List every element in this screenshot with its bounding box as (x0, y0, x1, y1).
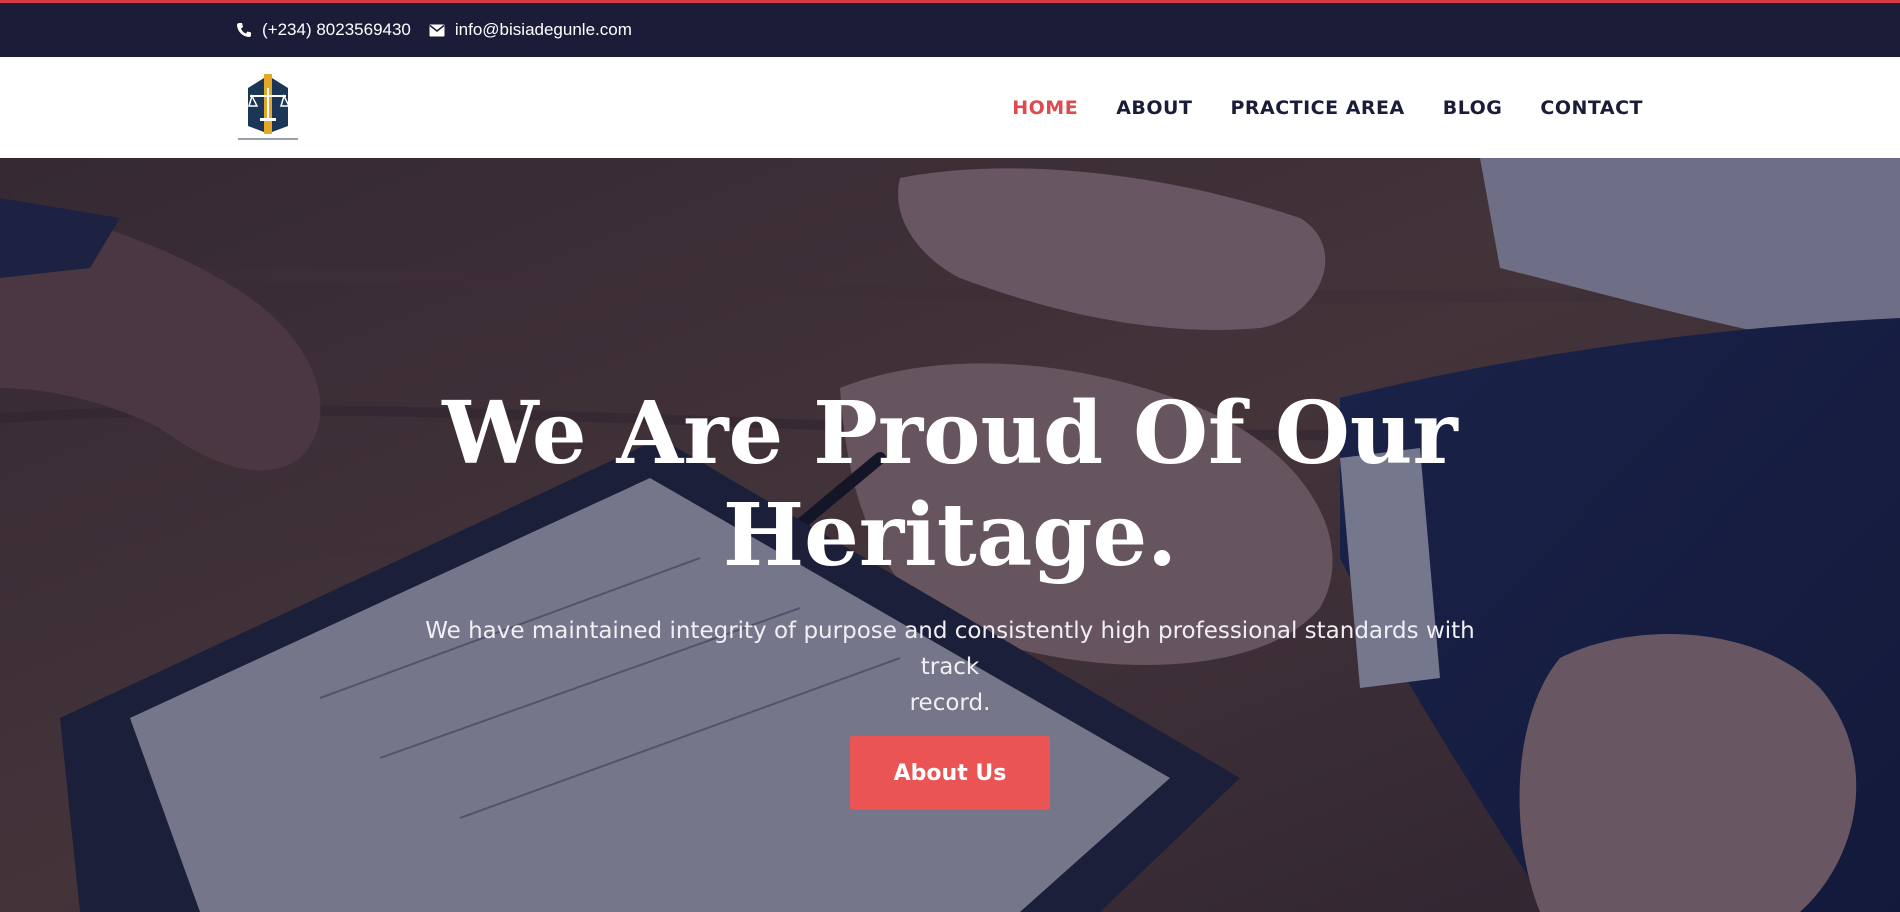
email-address[interactable]: info@bisiadegunle.com (455, 20, 632, 40)
nav-contact[interactable]: CONTACT (1540, 97, 1643, 119)
email-contact[interactable]: info@bisiadegunle.com (429, 20, 632, 40)
nav-blog[interactable]: BLOG (1443, 97, 1503, 119)
hero-title: We Are Proud Of Our Heritage. (0, 383, 1900, 587)
nav-home[interactable]: HOME (1012, 97, 1078, 119)
phone-icon (237, 23, 251, 37)
hero-section: We Are Proud Of Our Heritage. We have ma… (0, 158, 1900, 912)
hero-subtitle: We have maintained integrity of purpose … (400, 613, 1500, 721)
site-logo[interactable] (236, 74, 300, 144)
hero-title-line-1: We Are Proud Of Our (442, 383, 1458, 484)
nav-practice-area[interactable]: PRACTICE AREA (1230, 97, 1404, 119)
hero-title-line-2: Heritage. (722, 485, 1178, 586)
about-us-button[interactable]: About Us (850, 736, 1050, 810)
top-contact-bar: (+234) 8023569430 info@bisiadegunle.com (0, 0, 1900, 57)
nav-about[interactable]: ABOUT (1116, 97, 1192, 119)
phone-contact[interactable]: (+234) 8023569430 (236, 20, 411, 40)
envelope-icon (429, 24, 445, 36)
main-nav: HOME ABOUT PRACTICE AREA BLOG CONTACT (974, 57, 1643, 158)
hero-subtitle-line-1: We have maintained integrity of purpose … (425, 618, 1475, 680)
phone-number[interactable]: (+234) 8023569430 (262, 20, 411, 40)
hero-subtitle-line-2: record. (909, 690, 991, 716)
site-header: HOME ABOUT PRACTICE AREA BLOG CONTACT (0, 57, 1900, 158)
